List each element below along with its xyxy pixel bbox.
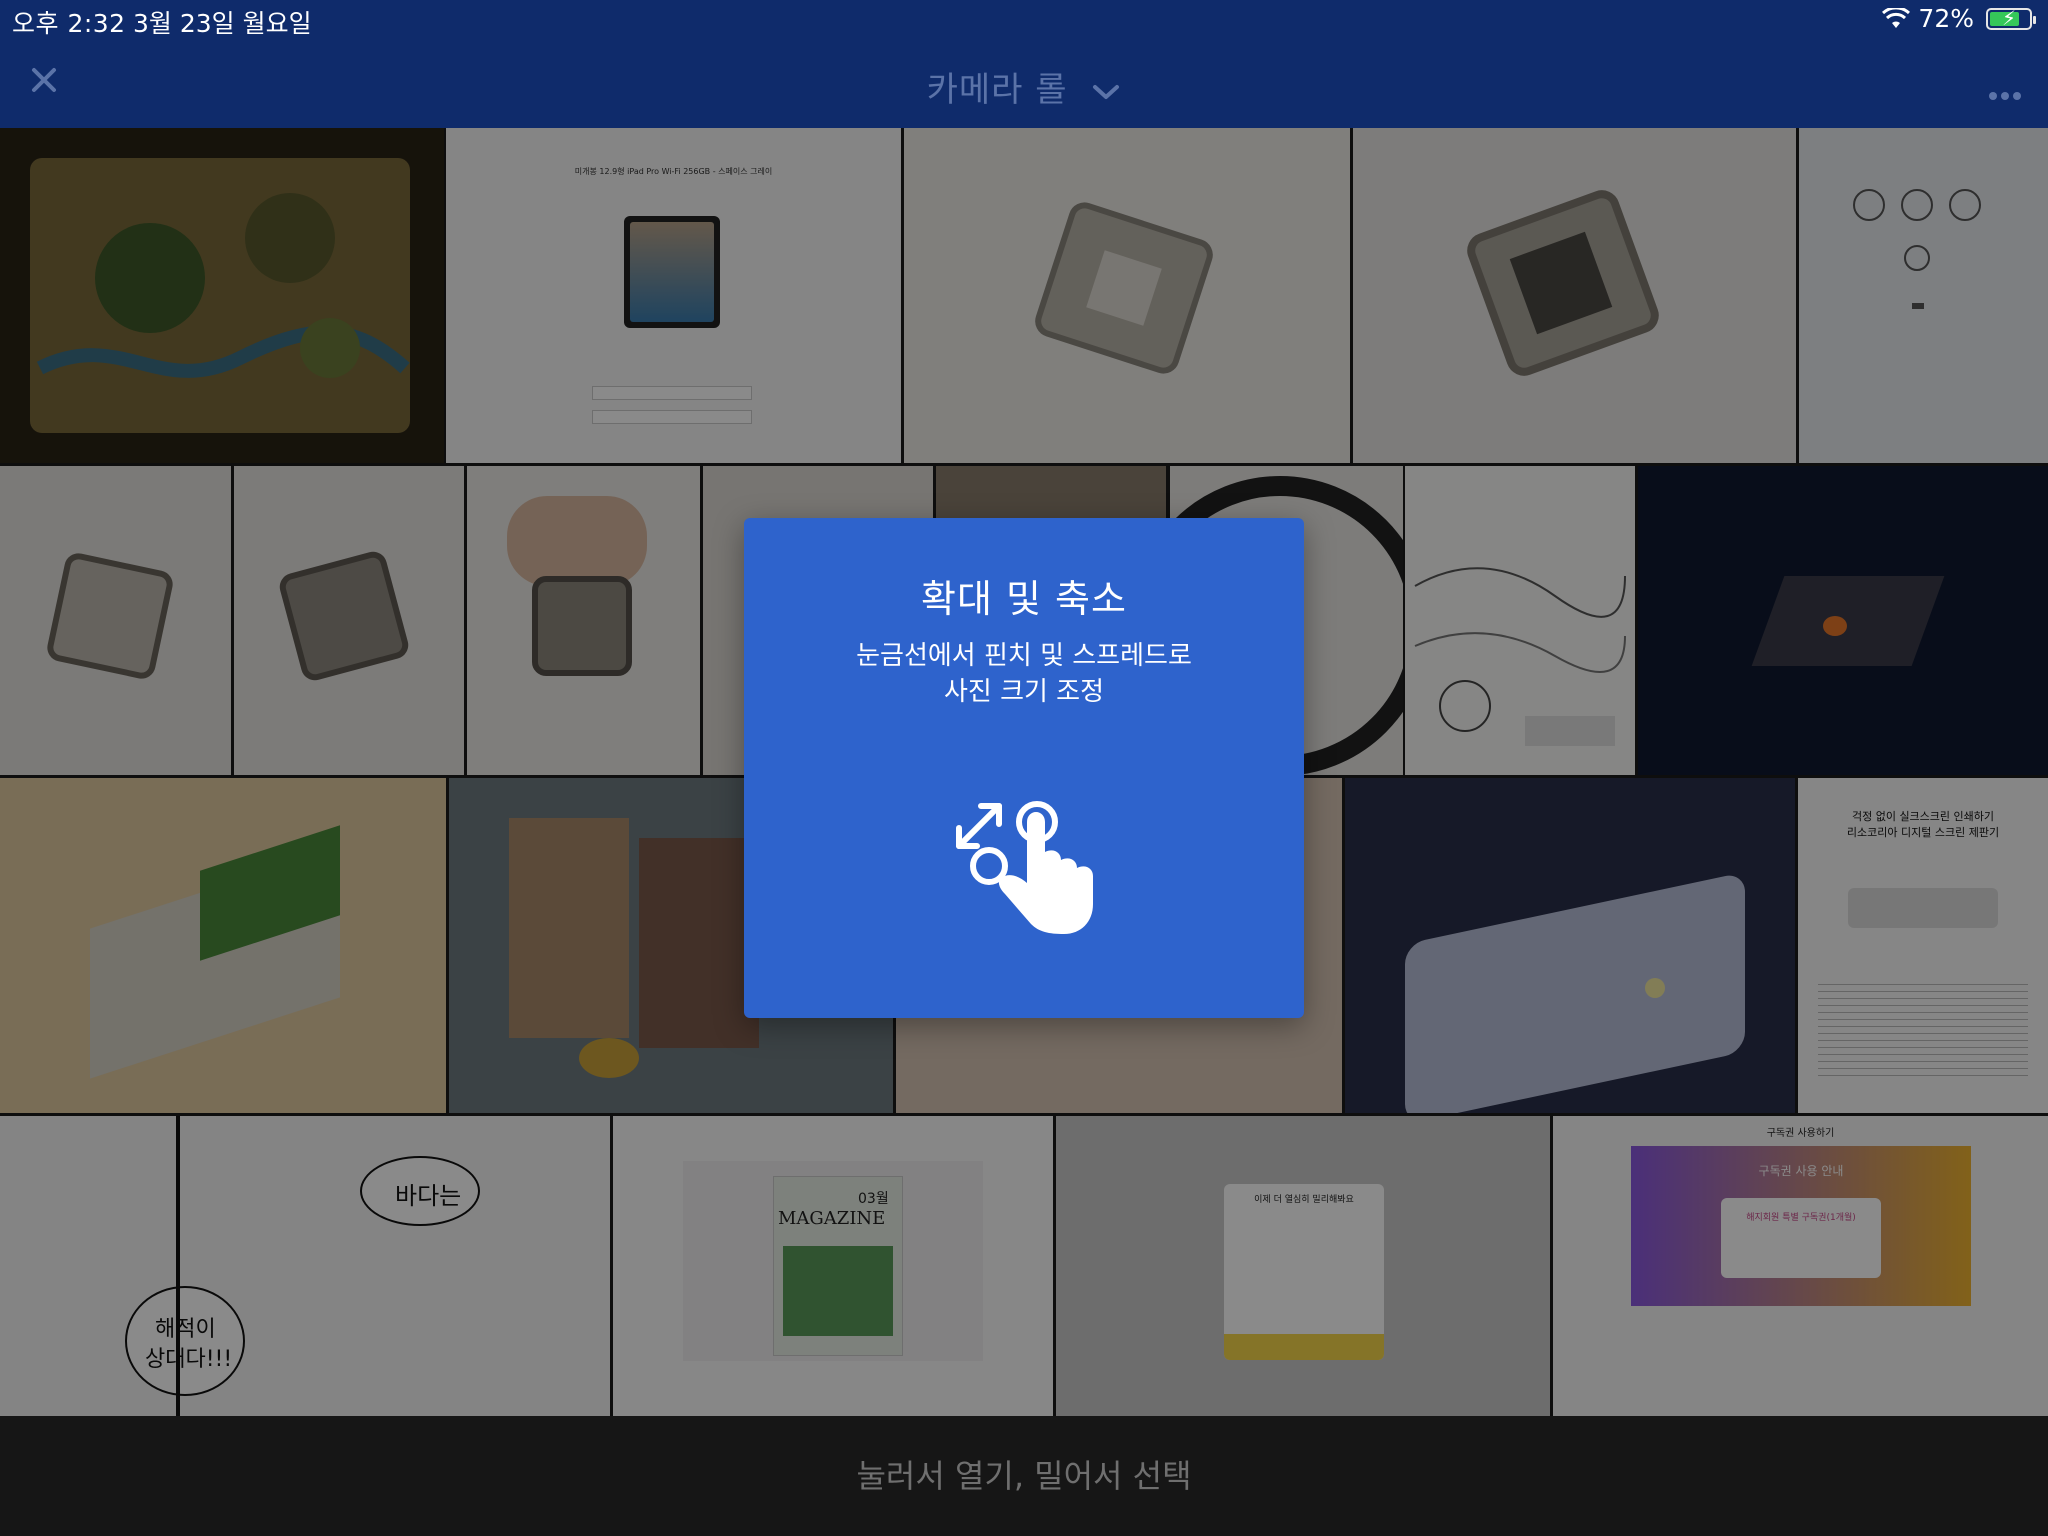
tip-title: 확대 및 축소 [921,577,1127,621]
tip-description: 눈금선에서 핀치 및 스프레드로 사진 크기 조정 [744,638,1304,710]
status-date: 3월 23일 월요일 [133,9,312,38]
battery-percent: 72% [1918,4,1974,33]
more-icon[interactable] [1988,70,2022,110]
bottom-hint-bar: 눌러서 열기, 밀어서 선택 [0,1416,2048,1536]
status-right: 72% ⚡ [1882,4,2036,33]
status-time: 오후 2:32 [12,9,126,38]
zoom-tip-modal[interactable]: 확대 및 축소 눈금선에서 핀치 및 스프레드로 사진 크기 조정 [744,518,1304,1018]
album-title-button[interactable]: 카메라 롤 [0,62,2048,111]
wifi-icon [1882,7,1911,28]
tip-desc-line-2: 사진 크기 조정 [943,677,1105,707]
tip-desc-line-1: 눈금선에서 핀치 및 스프레드로 [856,641,1192,671]
status-bar: 오후 2:32 3월 23일 월요일 72% ⚡ [0,0,2048,40]
album-title: 카메라 롤 [926,70,1068,110]
pinch-gesture-icon [956,801,1093,934]
battery-icon: ⚡ [1986,6,2036,30]
chevron-down-icon [1093,84,1120,99]
nav-bar: 카메라 롤 [0,40,2048,128]
bottom-hint-text: 눌러서 열기, 밀어서 선택 [856,1457,1192,1495]
